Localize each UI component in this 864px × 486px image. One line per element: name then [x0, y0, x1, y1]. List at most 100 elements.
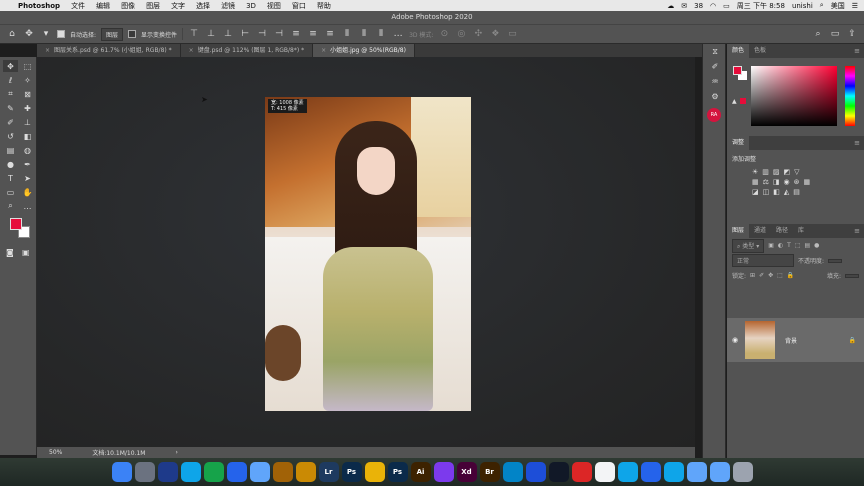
qq-browser-icon[interactable] [157, 462, 178, 482]
eye-icon[interactable]: ◉ [727, 336, 743, 344]
panel-menu-icon[interactable]: ≡ [854, 139, 864, 147]
quick-mask-icon[interactable]: ◙ [6, 248, 14, 257]
finder-icon[interactable] [111, 462, 132, 482]
menu-filter[interactable]: 滤镜 [221, 1, 235, 11]
move-tool-icon[interactable]: ✥ [23, 28, 35, 40]
bridge-icon[interactable]: Br [479, 462, 500, 482]
gamut-warning-icon[interactable]: ▲ [732, 98, 737, 105]
3d-slide-icon[interactable]: ❖ [489, 28, 501, 40]
lock-all-icon[interactable]: 🔒 [787, 272, 794, 279]
distribute-top-icon[interactable]: ≡ [290, 28, 302, 40]
home-icon[interactable]: ⌂ [6, 28, 18, 40]
tab-color[interactable]: 颜色 [727, 44, 750, 58]
hue-sat-icon[interactable]: ▦ [752, 178, 759, 186]
more-icon[interactable]: … [392, 28, 404, 40]
align-right-icon[interactable]: ⊣ [273, 28, 285, 40]
3d-orbit-icon[interactable]: ⊙ [438, 28, 450, 40]
share-icon[interactable]: ⇪ [846, 28, 858, 40]
pen-tool-icon[interactable]: ✒ [20, 158, 35, 170]
panel-menu-icon[interactable]: ≡ [854, 227, 864, 235]
doc-size[interactable]: 文档:10.1M/10.1M [92, 448, 145, 457]
menu-file[interactable]: 文件 [71, 1, 85, 11]
eyedropper-icon[interactable]: ✎ [3, 102, 18, 114]
filter-pixel-icon[interactable]: ▣ [768, 242, 774, 249]
search-icon[interactable]: ⌕ [820, 1, 824, 10]
mountain-icon[interactable] [640, 462, 661, 482]
filter-type-icon[interactable]: T [787, 242, 791, 249]
menu-layer[interactable]: 图层 [146, 1, 160, 11]
clock[interactable]: 周三 下午 8:58 [737, 1, 785, 11]
lock-paint-icon[interactable]: ✐ [759, 272, 764, 279]
auto-select-checkbox[interactable] [57, 30, 65, 38]
curves-icon[interactable]: ▨ [773, 168, 780, 176]
more-tools-icon[interactable]: … [20, 200, 35, 212]
launchpad-icon[interactable] [134, 462, 155, 482]
photoshop-icon[interactable]: Ps [341, 462, 362, 482]
notes-icon[interactable] [295, 462, 316, 482]
path-select-icon[interactable]: ➤ [20, 172, 35, 184]
brightness-icon[interactable]: ☀ [752, 168, 758, 176]
edge-icon[interactable] [226, 462, 247, 482]
workspace-icon[interactable]: ▭ [829, 28, 841, 40]
filter-toggle-icon[interactable]: ● [814, 242, 819, 249]
list-icon[interactable]: ☰ [852, 2, 858, 10]
close-icon[interactable]: × [189, 47, 194, 54]
fg-swatch[interactable] [733, 66, 742, 75]
history-brush-icon[interactable]: ↺ [3, 130, 18, 142]
frame-tool-icon[interactable]: ⊠ [20, 88, 35, 100]
chevron-right-icon[interactable]: › [175, 449, 177, 456]
zoom-tool-icon[interactable]: ⌕ [3, 200, 18, 212]
healing-brush-icon[interactable]: ✚ [20, 102, 35, 114]
show-transform-checkbox[interactable] [128, 30, 137, 38]
safari-icon[interactable] [180, 462, 201, 482]
opacity-field[interactable] [828, 258, 843, 263]
color-spectrum[interactable] [751, 66, 837, 126]
illustrator-icon[interactable]: Ai [410, 462, 431, 482]
stamp-tool-icon[interactable]: ⊥ [20, 116, 35, 128]
foreground-color-swatch[interactable] [10, 218, 22, 230]
qq-icon[interactable] [548, 462, 569, 482]
lookup-icon[interactable]: ▦ [804, 178, 811, 186]
hand-tool-icon[interactable]: ✋ [20, 186, 35, 198]
hue-slider[interactable] [845, 66, 855, 126]
lightroom-icon[interactable]: Lr [318, 462, 339, 482]
layer-name[interactable]: 背景 [785, 336, 797, 345]
avatar[interactable]: RA [707, 108, 721, 122]
distribute-vcenter-icon[interactable]: ≡ [307, 28, 319, 40]
menu-image[interactable]: 图像 [121, 1, 135, 11]
wifi-icon[interactable]: ◠ [710, 2, 716, 10]
align-hcenter-icon[interactable]: ⊣ [256, 28, 268, 40]
eraser-tool-icon[interactable]: ◧ [20, 130, 35, 142]
word-icon[interactable] [525, 462, 546, 482]
distribute-left-icon[interactable]: ⫴ [341, 28, 353, 40]
zoom-level[interactable]: 50% [49, 449, 62, 456]
gradient-tool-icon[interactable]: ▤ [3, 144, 18, 156]
folder-icon[interactable] [686, 462, 707, 482]
menu-app[interactable]: Photoshop [18, 2, 60, 10]
powerpoint-icon[interactable] [571, 462, 592, 482]
sketch-icon[interactable] [364, 462, 385, 482]
auto-select-dropdown[interactable]: 图层 [101, 27, 124, 41]
baidu-icon[interactable] [249, 462, 270, 482]
layer-row-background[interactable]: ◉ 背景 🔒 [727, 318, 864, 362]
tab-layers[interactable]: 图层 [727, 224, 750, 238]
move-tool-icon[interactable]: ✥ [3, 60, 18, 72]
badge-icon[interactable]: ✉ [681, 2, 687, 10]
tab-libraries[interactable]: 库 [793, 224, 809, 238]
distribute-bottom-icon[interactable]: ≡ [324, 28, 336, 40]
crop-tool-icon[interactable]: ⌗ [3, 88, 18, 100]
brushes-icon[interactable]: ♒ [703, 74, 727, 89]
user-name[interactable]: unishi [792, 2, 813, 10]
threshold-icon[interactable]: ◧ [773, 188, 780, 196]
brush-tool-icon[interactable]: ✐ [3, 116, 18, 128]
layer-filter-dropdown[interactable]: ⌕ 类型 ▾ [732, 238, 765, 253]
tab-xiaojiejie[interactable]: × 小姐姐.jpg @ 50%(RGB/8) [313, 44, 415, 57]
3d-pan-icon[interactable]: ✣ [472, 28, 484, 40]
brush-settings-icon[interactable]: ✐ [703, 59, 727, 74]
preview-icon[interactable] [272, 462, 293, 482]
tab-paths[interactable]: 路径 [771, 224, 793, 238]
lock-artboard-icon[interactable]: ⬚ [777, 272, 783, 279]
marquee-tool-icon[interactable]: ⬚ [20, 60, 35, 72]
filter-adjust-icon[interactable]: ◐ [778, 242, 783, 249]
posterize-icon[interactable]: ◫ [763, 188, 770, 196]
